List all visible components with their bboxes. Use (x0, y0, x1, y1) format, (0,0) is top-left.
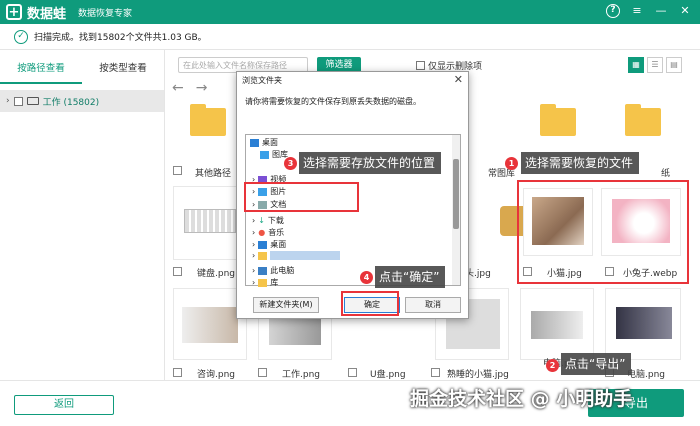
list-view-icon[interactable]: ☰ (647, 57, 663, 73)
app-subtitle: 数据恢复专家 (78, 8, 133, 19)
nav-arrows: ← → (172, 80, 207, 96)
app-name: 数据蛙 (27, 6, 67, 22)
folder-tree-item[interactable]: 图库 (260, 149, 288, 160)
file-name: 其他路径 (195, 169, 232, 179)
file-name: 熟睡的小猫.jpg (447, 370, 509, 380)
keyboard-image (184, 209, 236, 233)
minimize-icon[interactable]: — (654, 4, 668, 18)
library-icon (258, 278, 268, 287)
annotation-callout: 选择需要恢复的文件 (521, 152, 640, 174)
folder-icon[interactable] (625, 104, 661, 136)
annotation-callout: 点击“导出” (561, 353, 632, 375)
tree-item-drive[interactable]: › 工作 (15802) (0, 90, 164, 112)
view-mode-buttons: ▦ ☰ ▤ (628, 57, 682, 73)
folder-tree-item[interactable]: › ↓ 下载 (252, 215, 284, 226)
deleted-only-checkbox[interactable] (416, 61, 425, 70)
file-checkbox[interactable] (173, 166, 182, 175)
user-folder-icon (258, 251, 268, 260)
folder-tree-item[interactable]: › (252, 251, 343, 260)
watermark-text: 掘金技术社区 @ 小明助手 (410, 388, 633, 410)
tree-scrollbar[interactable] (452, 135, 460, 285)
sidebar: 按路径查看 按类型查看 › 工作 (15802) (0, 50, 165, 380)
app-logo-icon: + (6, 4, 22, 20)
forward-arrow-icon[interactable]: → (196, 80, 208, 96)
consult-image (182, 307, 238, 343)
desktop-icon (258, 240, 268, 249)
highlight-box-files (517, 180, 689, 284)
tab-by-type[interactable]: 按类型查看 (82, 50, 164, 84)
file-checkbox[interactable] (173, 267, 182, 276)
folder-icon[interactable] (190, 104, 226, 136)
detail-view-icon[interactable]: ▤ (666, 57, 682, 73)
tab-by-path[interactable]: 按路径查看 (0, 50, 82, 84)
drive-icon (26, 97, 39, 105)
back-arrow-icon[interactable]: ← (172, 80, 184, 96)
scan-status-text: 扫描完成。找到15802个文件共1.03 GB。 (34, 33, 207, 43)
computer-image (616, 307, 672, 339)
folder-tree-item[interactable]: › 库 (252, 277, 278, 288)
folder-tree-item[interactable]: 桌面 (250, 137, 278, 148)
grid-view-icon[interactable]: ▦ (628, 57, 644, 73)
menu-icon[interactable]: ≡ (630, 4, 644, 18)
folder-tree-item[interactable]: › ● 音乐 (252, 227, 284, 238)
window-controls: ? ≡ — ✕ (606, 4, 692, 18)
file-name: 纸 (661, 169, 671, 179)
dialog-title: 浏览文件夹 (242, 76, 282, 85)
scan-status-bar: ✓ 扫描完成。找到15802个文件共1.03 GB。 (0, 24, 700, 50)
step-badge: 4 (360, 271, 373, 284)
file-name: U盘.png (370, 370, 406, 380)
file-name: 键盘.png (197, 269, 235, 279)
highlight-box-ok (341, 291, 399, 316)
tree-item-label: 工作 (15802) (42, 97, 100, 108)
dialog-message: 请你将需要恢复的文件保存到原丢失数据的磁盘。 (245, 97, 421, 106)
folder-tree-item[interactable]: › 桌面 (252, 239, 286, 250)
desktop-icon (250, 138, 259, 147)
file-checkbox[interactable] (348, 368, 357, 377)
cancel-button[interactable]: 取消 (405, 297, 461, 313)
file-checkbox[interactable] (431, 368, 440, 377)
file-thumbnail[interactable] (605, 288, 681, 360)
step-badge: 1 (505, 157, 518, 170)
title-bar: + 数据蛙 数据恢复专家 ? ≡ — ✕ (0, 0, 700, 24)
tree-scroll-thumb[interactable] (453, 159, 459, 229)
annotation-callout: 选择需要存放文件的位置 (299, 152, 442, 174)
folder-tree-item[interactable]: › 此电脑 (252, 265, 294, 276)
computer-icon (258, 266, 268, 275)
new-folder-button[interactable]: 新建文件夹(M) (253, 297, 319, 313)
close-icon[interactable]: ✕ (678, 4, 692, 18)
file-name: 咨询.png (197, 370, 235, 380)
view-tabs: 按路径查看 按类型查看 (0, 50, 164, 84)
chevron-right-icon[interactable]: › (6, 96, 10, 106)
file-name: 电脑.png (627, 370, 665, 380)
file-thumbnail[interactable] (520, 288, 594, 360)
file-checkbox[interactable] (173, 368, 182, 377)
laptop-image (531, 311, 583, 339)
step-badge: 2 (546, 359, 559, 372)
back-button[interactable]: 返回 (14, 395, 114, 415)
download-icon: ↓ (258, 216, 265, 225)
tree-item-checkbox[interactable] (13, 96, 23, 106)
gallery-icon (260, 150, 269, 159)
checkmark-icon: ✓ (14, 29, 28, 44)
highlight-box-folders (244, 182, 359, 212)
file-name: 工作.png (282, 370, 320, 380)
dialog-close-icon[interactable]: ✕ (454, 73, 463, 86)
annotation-callout: 点击“确定” (375, 266, 446, 288)
file-checkbox[interactable] (258, 368, 267, 377)
help-icon[interactable]: ? (606, 4, 620, 18)
folder-icon[interactable] (540, 104, 576, 136)
music-icon: ● (258, 228, 266, 237)
step-badge: 3 (284, 157, 297, 170)
